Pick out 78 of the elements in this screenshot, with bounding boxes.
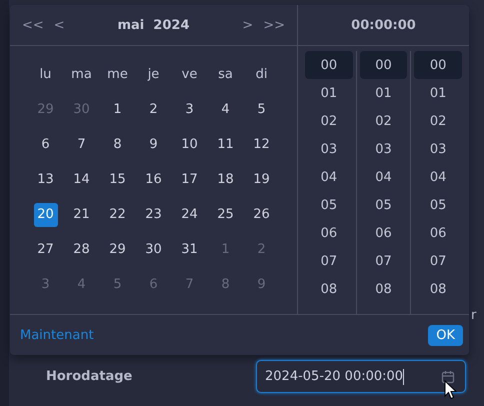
time-option[interactable]: 02 bbox=[305, 107, 353, 135]
day-cell[interactable]: 28 bbox=[70, 238, 94, 262]
calendar-icon[interactable] bbox=[441, 370, 455, 384]
month-year[interactable]: mai 2024 bbox=[117, 18, 190, 32]
time-option[interactable]: 05 bbox=[360, 191, 408, 219]
time-option[interactable]: 01 bbox=[414, 79, 462, 107]
weekday-label: di bbox=[254, 66, 268, 84]
time-option[interactable]: 07 bbox=[414, 247, 462, 275]
time-option[interactable]: 05 bbox=[414, 191, 462, 219]
day-cell[interactable]: 31 bbox=[178, 238, 202, 262]
label-fragment: r bbox=[471, 308, 476, 323]
time-option[interactable]: 06 bbox=[360, 219, 408, 247]
time-option[interactable]: 08 bbox=[360, 275, 408, 303]
mouse-pointer-icon bbox=[444, 380, 458, 400]
time-option[interactable]: 03 bbox=[360, 135, 408, 163]
day-cell[interactable]: 8 bbox=[106, 132, 130, 156]
day-cell[interactable]: 6 bbox=[34, 132, 58, 156]
day-cell[interactable]: 18 bbox=[214, 168, 238, 192]
day-cell[interactable]: 10 bbox=[178, 132, 202, 156]
time-option[interactable]: 02 bbox=[360, 107, 408, 135]
day-cell[interactable]: 14 bbox=[70, 168, 94, 192]
day-cell[interactable]: 25 bbox=[214, 202, 238, 226]
time-option[interactable]: 01 bbox=[305, 79, 353, 107]
time-option[interactable]: 07 bbox=[360, 247, 408, 275]
day-cell[interactable]: 13 bbox=[34, 168, 58, 192]
time-option[interactable]: 06 bbox=[305, 219, 353, 247]
day-cell[interactable]: 11 bbox=[214, 132, 238, 156]
time-option[interactable]: 05 bbox=[305, 191, 353, 219]
day-cell[interactable]: 21 bbox=[70, 202, 94, 226]
time-option[interactable]: 03 bbox=[305, 135, 353, 163]
day-cell[interactable]: 15 bbox=[106, 168, 130, 192]
day-cell[interactable]: 4 bbox=[214, 98, 238, 122]
day-cell[interactable]: 9 bbox=[142, 132, 166, 156]
weekday-label: sa bbox=[217, 66, 234, 84]
now-link[interactable]: Maintenant bbox=[20, 328, 94, 342]
date-time-field[interactable]: 2024-05-20 00:00:00 bbox=[256, 360, 466, 393]
time-header: 00:00:00 bbox=[351, 18, 416, 32]
time-option[interactable]: 07 bbox=[305, 247, 353, 275]
day-cell[interactable]: 30 bbox=[142, 238, 166, 262]
day-cell[interactable]: 5 bbox=[250, 98, 274, 122]
time-option[interactable]: 04 bbox=[305, 163, 353, 191]
weekday-label: lu bbox=[38, 66, 52, 84]
weekday-label: je bbox=[146, 66, 160, 84]
day-cell[interactable]: 26 bbox=[250, 202, 274, 226]
time-option[interactable]: 08 bbox=[414, 275, 462, 303]
field-label: Horodatage bbox=[46, 369, 132, 384]
day-cell[interactable]: 29 bbox=[106, 238, 130, 262]
day-cell[interactable]: 16 bbox=[142, 168, 166, 192]
time-option[interactable]: 04 bbox=[414, 163, 462, 191]
nav-arrow-button[interactable]: >> bbox=[259, 18, 289, 32]
day-cell[interactable]: 1 bbox=[106, 98, 130, 122]
day-cell[interactable]: 20 bbox=[34, 202, 58, 226]
day-cell[interactable]: 24 bbox=[178, 202, 202, 226]
day-cell[interactable]: 23 bbox=[142, 202, 166, 226]
time-option[interactable]: 06 bbox=[414, 219, 462, 247]
day-cell[interactable]: 12 bbox=[250, 132, 274, 156]
time-option[interactable]: 04 bbox=[360, 163, 408, 191]
nav-arrow-button[interactable]: < bbox=[50, 18, 69, 32]
ok-button[interactable]: OK bbox=[428, 324, 463, 346]
time-option[interactable]: 08 bbox=[305, 275, 353, 303]
weekday-label: ma bbox=[70, 66, 93, 84]
day-cell[interactable]: 22 bbox=[106, 202, 130, 226]
time-option[interactable]: 00 bbox=[360, 51, 408, 79]
day-cell[interactable]: 27 bbox=[34, 238, 58, 262]
weekday-label: ve bbox=[180, 66, 198, 84]
time-option[interactable]: 00 bbox=[414, 51, 462, 79]
time-option[interactable]: 00 bbox=[305, 51, 353, 79]
day-cell[interactable]: 19 bbox=[250, 168, 274, 192]
time-option[interactable]: 01 bbox=[360, 79, 408, 107]
weekday-label: me bbox=[106, 66, 129, 84]
day-cell[interactable]: 17 bbox=[178, 168, 202, 192]
day-cell[interactable]: 7 bbox=[70, 132, 94, 156]
day-cell[interactable]: 2 bbox=[142, 98, 166, 122]
day-cell[interactable]: 3 bbox=[178, 98, 202, 122]
nav-arrow-button[interactable]: << bbox=[18, 18, 48, 32]
time-option[interactable]: 02 bbox=[414, 107, 462, 135]
time-option[interactable]: 03 bbox=[414, 135, 462, 163]
nav-arrow-button[interactable]: > bbox=[238, 18, 258, 32]
